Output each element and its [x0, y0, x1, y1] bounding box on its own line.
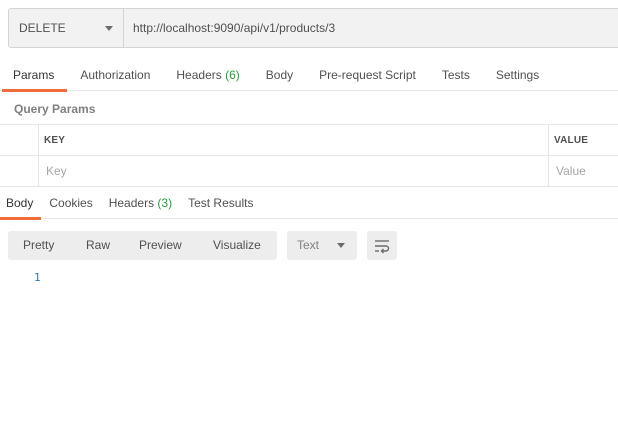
tab-authorization[interactable]: Authorization	[67, 59, 163, 91]
wrap-lines-icon	[375, 239, 390, 253]
tab-cookies[interactable]: Cookies	[41, 188, 100, 219]
tab-pre-request-script[interactable]: Pre-request Script	[306, 59, 429, 91]
tab-label: Test Results	[188, 196, 254, 210]
key-input[interactable]: Key	[46, 156, 546, 187]
column-divider	[548, 125, 549, 155]
tab-response-body[interactable]: Body	[0, 188, 42, 220]
wrap-lines-button[interactable]	[367, 231, 397, 260]
method-select[interactable]: DELETE	[8, 8, 124, 48]
table-row: Key Value	[0, 156, 618, 187]
tab-label: Params	[13, 68, 55, 82]
tab-label: Cookies	[49, 196, 93, 210]
chevron-down-icon	[337, 243, 345, 248]
query-params-table: KEY VALUE Key Value	[0, 124, 618, 187]
raw-button[interactable]: Raw	[86, 231, 110, 260]
language-select[interactable]: Text	[287, 231, 357, 260]
method-label: DELETE	[19, 21, 66, 35]
tab-params[interactable]: Params	[0, 59, 68, 92]
tab-label: Body	[265, 68, 294, 82]
pretty-button[interactable]: Pretty	[23, 231, 54, 260]
language-label: Text	[297, 238, 320, 252]
tab-label: Authorization	[80, 68, 151, 82]
chevron-down-icon	[105, 26, 113, 31]
table-header-row: KEY VALUE	[0, 125, 618, 156]
tab-label: Headers	[176, 68, 222, 82]
tab-label: Body	[6, 196, 34, 210]
query-params-title: Query Params	[14, 102, 96, 116]
tab-test-results[interactable]: Test Results	[180, 188, 261, 219]
tab-headers[interactable]: Headers (6)	[163, 59, 252, 91]
tab-settings[interactable]: Settings	[483, 59, 552, 91]
tab-label: Settings	[495, 68, 540, 82]
column-divider	[548, 156, 549, 187]
request-bar: DELETE http://localhost:9090/api/v1/prod…	[8, 8, 618, 48]
tab-body[interactable]: Body	[253, 59, 306, 91]
tab-response-headers[interactable]: Headers (3)	[101, 188, 180, 219]
tab-label: Pre-request Script	[319, 68, 416, 82]
url-input[interactable]: http://localhost:9090/api/v1/products/3	[124, 8, 618, 48]
preview-button[interactable]: Preview	[139, 231, 182, 260]
tab-tests[interactable]: Tests	[429, 59, 483, 91]
format-toggle-group: Pretty Raw Preview Visualize	[8, 231, 277, 260]
value-input[interactable]: Value	[556, 156, 618, 187]
tab-label: Tests	[441, 68, 470, 82]
tab-count: (6)	[225, 68, 240, 82]
tab-count: (3)	[157, 196, 173, 210]
column-divider	[38, 125, 39, 155]
response-tabs: Body Cookies Headers (3) Test Results	[0, 188, 618, 220]
tab-label: Headers	[108, 196, 155, 210]
visualize-button[interactable]: Visualize	[213, 231, 261, 260]
request-tabs: Params Authorization Headers (6) Body Pr…	[0, 59, 618, 92]
column-divider	[38, 156, 39, 187]
line-number: 1	[34, 271, 41, 284]
value-column-header: VALUE	[554, 135, 589, 146]
key-column-header: KEY	[44, 135, 66, 146]
url-text: http://localhost:9090/api/v1/products/3	[133, 21, 336, 35]
